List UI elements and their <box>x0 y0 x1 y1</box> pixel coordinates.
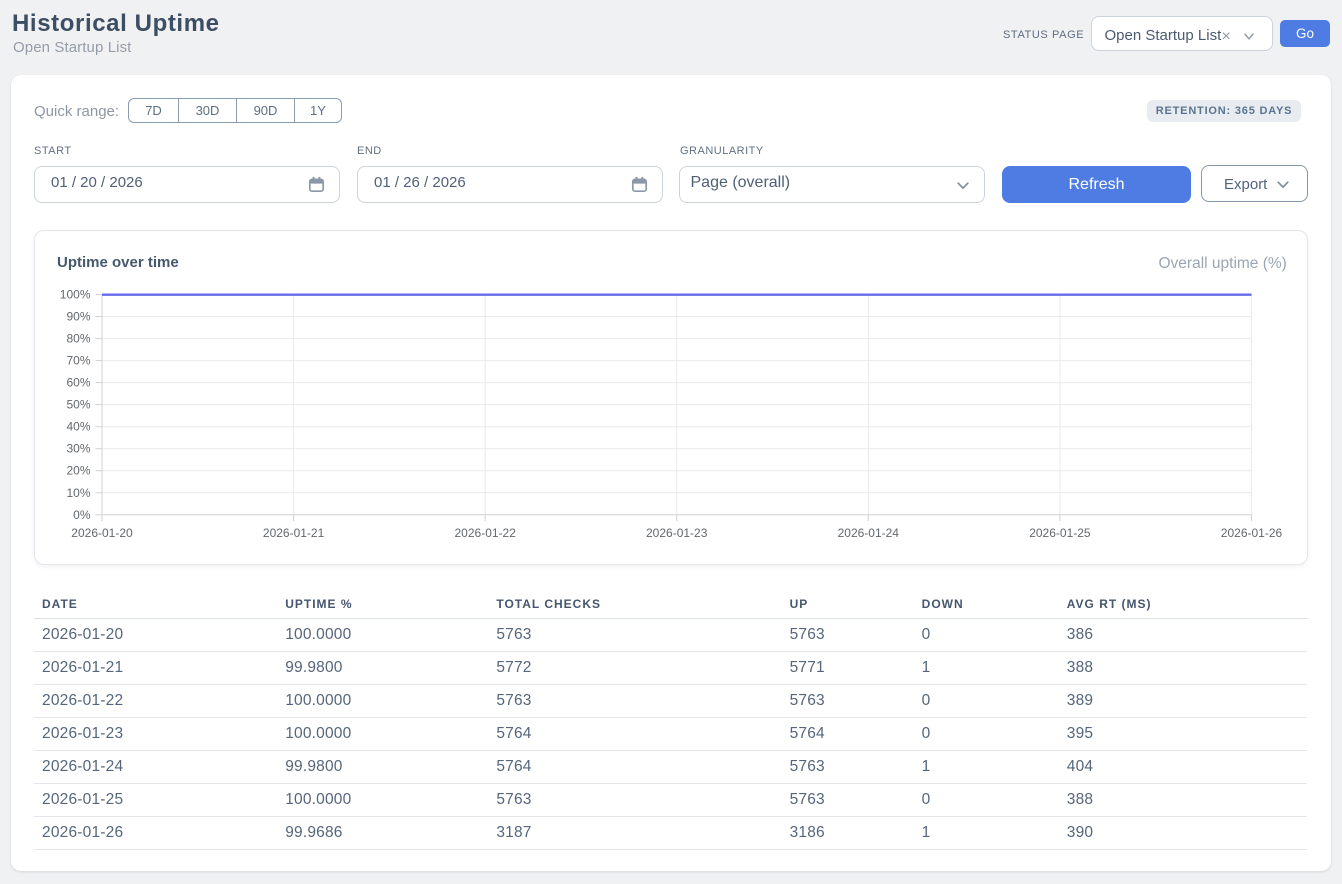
svg-text:90%: 90% <box>66 310 90 324</box>
svg-text:70%: 70% <box>66 354 90 368</box>
svg-text:2026-01-22: 2026-01-22 <box>455 526 517 540</box>
svg-text:0%: 0% <box>73 508 91 522</box>
svg-text:2026-01-20: 2026-01-20 <box>71 526 133 540</box>
svg-text:2026-01-25: 2026-01-25 <box>1029 526 1091 540</box>
svg-text:20%: 20% <box>66 464 90 478</box>
svg-text:10%: 10% <box>66 486 90 500</box>
svg-text:2026-01-26: 2026-01-26 <box>1221 526 1283 540</box>
svg-text:50%: 50% <box>66 398 90 412</box>
svg-text:80%: 80% <box>66 332 90 346</box>
svg-text:2026-01-23: 2026-01-23 <box>646 526 708 540</box>
svg-text:30%: 30% <box>66 442 90 456</box>
svg-text:100%: 100% <box>60 288 91 302</box>
svg-text:60%: 60% <box>66 376 90 390</box>
svg-text:40%: 40% <box>66 420 90 434</box>
svg-text:2026-01-24: 2026-01-24 <box>838 526 900 540</box>
svg-text:2026-01-21: 2026-01-21 <box>263 526 325 540</box>
